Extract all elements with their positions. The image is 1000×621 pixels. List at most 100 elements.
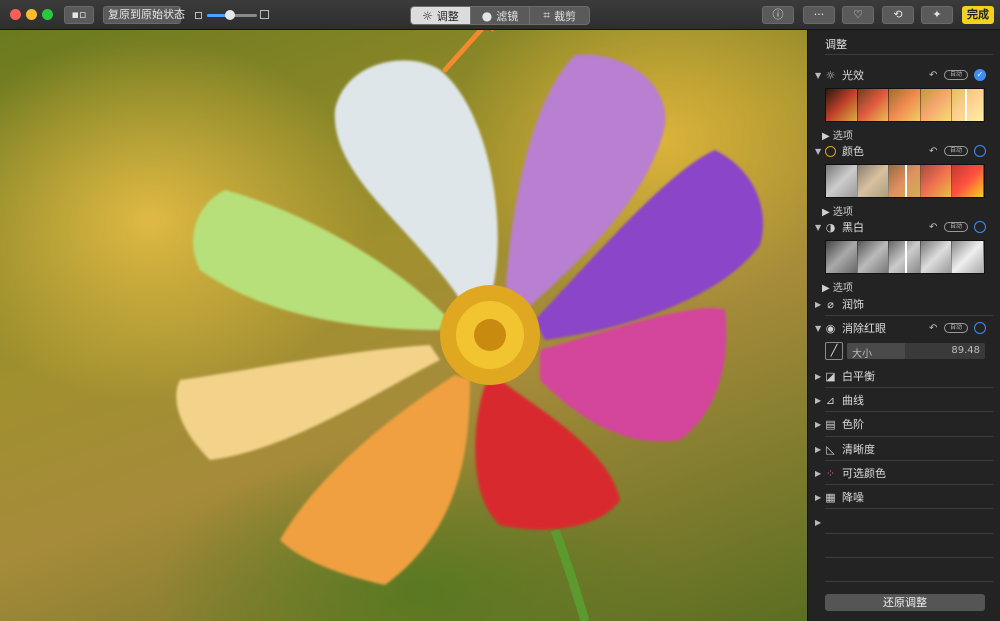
section-selective-color-label: 可选颜色 bbox=[842, 467, 886, 480]
section-curves-header[interactable]: ▶ ⊿ 曲线 bbox=[808, 392, 1000, 408]
disclosure-closed-icon[interactable]: ▶ bbox=[815, 518, 821, 527]
color-circle-icon bbox=[825, 145, 836, 157]
undo-icon[interactable]: ↶ bbox=[929, 222, 937, 233]
divider bbox=[825, 411, 993, 412]
section-partially-hidden-header[interactable]: ▶ bbox=[808, 514, 1000, 530]
section-definition-header[interactable]: ▶ ◺ 清晰度 bbox=[808, 441, 1000, 457]
photo-canvas[interactable] bbox=[0, 30, 807, 621]
divider bbox=[825, 508, 993, 509]
color-strip-marker[interactable] bbox=[905, 165, 907, 197]
disclosure-closed-icon[interactable]: ▶ bbox=[815, 300, 821, 309]
definition-icon: ◺ bbox=[826, 442, 835, 456]
auto-enhance-button[interactable]: ✦ bbox=[921, 6, 953, 24]
split-view-toggle-button[interactable]: ▪▫ bbox=[64, 6, 94, 24]
disclosure-open-icon[interactable]: ▼ bbox=[815, 147, 821, 156]
undo-icon[interactable]: ↶ bbox=[929, 323, 937, 334]
section-noise-reduction-header[interactable]: ▶ ▦ 降噪 bbox=[808, 489, 1000, 505]
fullscreen-window-button[interactable] bbox=[42, 9, 53, 20]
section-redeye-label: 消除红眼 bbox=[842, 322, 886, 335]
section-white-balance-label: 白平衡 bbox=[842, 370, 875, 383]
size-label: 大小 bbox=[852, 349, 872, 359]
divider bbox=[825, 557, 993, 558]
auto-button[interactable]: 自动 bbox=[944, 323, 968, 333]
section-bw-header[interactable]: ▼ ◑ 黑白 ↶ 自动 bbox=[808, 219, 1000, 235]
info-button[interactable]: ⓘ bbox=[762, 6, 794, 24]
rotate-button[interactable]: ⟲ bbox=[882, 6, 914, 24]
zoom-slider[interactable] bbox=[207, 10, 257, 20]
color-thumbnail-strip[interactable] bbox=[825, 164, 985, 198]
divider bbox=[825, 484, 993, 485]
zoom-out-icon bbox=[195, 12, 202, 19]
disclosure-closed-icon[interactable]: ▶ bbox=[815, 445, 821, 454]
white-balance-icon: ◪ bbox=[825, 369, 836, 383]
light-thumbnail-strip[interactable] bbox=[825, 88, 985, 122]
rotate-icon: ⟲ bbox=[893, 8, 903, 21]
divider bbox=[825, 436, 993, 437]
tab-crop[interactable]: ⌗ 裁剪 bbox=[530, 7, 589, 24]
color-enabled-checkbox[interactable] bbox=[974, 145, 986, 157]
divider bbox=[825, 54, 993, 55]
disclosure-closed-icon[interactable]: ▶ bbox=[815, 420, 821, 429]
disclosure-closed-icon[interactable]: ▶ bbox=[815, 469, 821, 478]
divider bbox=[825, 533, 993, 534]
adjustments-sidebar: 调整 ▼ ☼ 光效 ↶ 自动 ✓ ▶ 选项 ▼ 颜色 ↶ 自动 ▶ 选项 ▼ ◑… bbox=[807, 30, 1000, 621]
section-retouch-header[interactable]: ▶ ⌀ 润饰 bbox=[808, 296, 1000, 312]
disclosure-open-icon[interactable]: ▼ bbox=[815, 223, 821, 232]
auto-button[interactable]: 自动 bbox=[944, 222, 968, 232]
redeye-enabled-checkbox[interactable] bbox=[974, 322, 986, 334]
color-options-toggle[interactable]: ▶ 选项 bbox=[822, 203, 853, 218]
section-light-label: 光效 bbox=[842, 69, 864, 82]
zoom-in-icon bbox=[260, 10, 269, 19]
bw-options-toggle[interactable]: ▶ 选项 bbox=[822, 279, 853, 294]
section-color-label: 颜色 bbox=[842, 145, 864, 158]
section-curves-label: 曲线 bbox=[842, 394, 864, 407]
bw-enabled-checkbox[interactable] bbox=[974, 221, 986, 233]
section-noise-reduction-label: 降噪 bbox=[842, 491, 864, 504]
bandage-icon: ⌀ bbox=[827, 297, 834, 311]
light-enabled-checkmark[interactable]: ✓ bbox=[974, 69, 986, 81]
brush-button[interactable]: ╱ bbox=[825, 342, 843, 360]
section-retouch-label: 润饰 bbox=[842, 298, 864, 311]
auto-button[interactable]: 自动 bbox=[944, 70, 968, 80]
auto-button[interactable]: 自动 bbox=[944, 146, 968, 156]
section-levels-label: 色阶 bbox=[842, 418, 864, 431]
sidebar-title: 调整 bbox=[825, 38, 847, 51]
magic-wand-icon: ✦ bbox=[932, 8, 942, 21]
undo-icon[interactable]: ↶ bbox=[929, 70, 937, 81]
sun-icon: ☼ bbox=[421, 8, 433, 23]
bw-thumbnail-strip[interactable] bbox=[825, 240, 985, 274]
disclosure-closed-icon[interactable]: ▶ bbox=[815, 372, 821, 381]
split-view-icon: ▪▫ bbox=[71, 8, 87, 21]
light-strip-marker[interactable] bbox=[965, 89, 967, 121]
section-levels-header[interactable]: ▶ ▤ 色阶 bbox=[808, 416, 1000, 432]
section-selective-color-header[interactable]: ▶ ⁘ 可选颜色 bbox=[808, 465, 1000, 481]
undo-icon[interactable]: ↶ bbox=[929, 146, 937, 157]
revert-adjustments-button[interactable]: 还原调整 bbox=[825, 594, 985, 611]
divider bbox=[825, 315, 993, 316]
revert-to-original-button[interactable]: 复原到原始状态 bbox=[103, 6, 185, 24]
tab-adjust[interactable]: ☼ 调整 bbox=[411, 7, 471, 24]
toolbar: ▪▫ 复原到原始状态 ☼ 调整 ● 滤镜 ⌗ 裁剪 ⓘ ··· ♡ ⟲ ✦ 完成 bbox=[0, 0, 1000, 30]
sun-icon: ☼ bbox=[825, 68, 836, 82]
minimize-window-button[interactable] bbox=[26, 9, 37, 20]
section-color-header[interactable]: ▼ 颜色 ↶ 自动 bbox=[808, 143, 1000, 159]
disclosure-open-icon[interactable]: ▼ bbox=[815, 324, 821, 333]
size-slider[interactable]: 大小 89.48 bbox=[847, 343, 985, 359]
zoom-slider-knob[interactable] bbox=[224, 10, 235, 20]
disclosure-closed-icon[interactable]: ▶ bbox=[815, 493, 821, 502]
redeye-size-control: ╱ 大小 89.48 bbox=[825, 342, 985, 360]
tab-filters[interactable]: ● 滤镜 bbox=[471, 7, 531, 24]
section-light-header[interactable]: ▼ ☼ 光效 ↶ 自动 ✓ bbox=[808, 67, 1000, 83]
done-button[interactable]: 完成 bbox=[962, 6, 994, 24]
disclosure-closed-icon[interactable]: ▶ bbox=[815, 396, 821, 405]
more-button[interactable]: ··· bbox=[803, 6, 835, 24]
section-white-balance-header[interactable]: ▶ ◪ 白平衡 bbox=[808, 368, 1000, 384]
section-redeye-header[interactable]: ▼ ◉ 消除红眼 ↶ 自动 bbox=[808, 320, 1000, 336]
bw-strip-marker[interactable] bbox=[905, 241, 907, 273]
orange-arrow-annotation bbox=[442, 30, 494, 73]
close-window-button[interactable] bbox=[10, 9, 21, 20]
light-options-toggle[interactable]: ▶ 选项 bbox=[822, 127, 853, 142]
favorite-button[interactable]: ♡ bbox=[842, 6, 874, 24]
divider bbox=[825, 460, 993, 461]
disclosure-open-icon[interactable]: ▼ bbox=[815, 71, 821, 80]
